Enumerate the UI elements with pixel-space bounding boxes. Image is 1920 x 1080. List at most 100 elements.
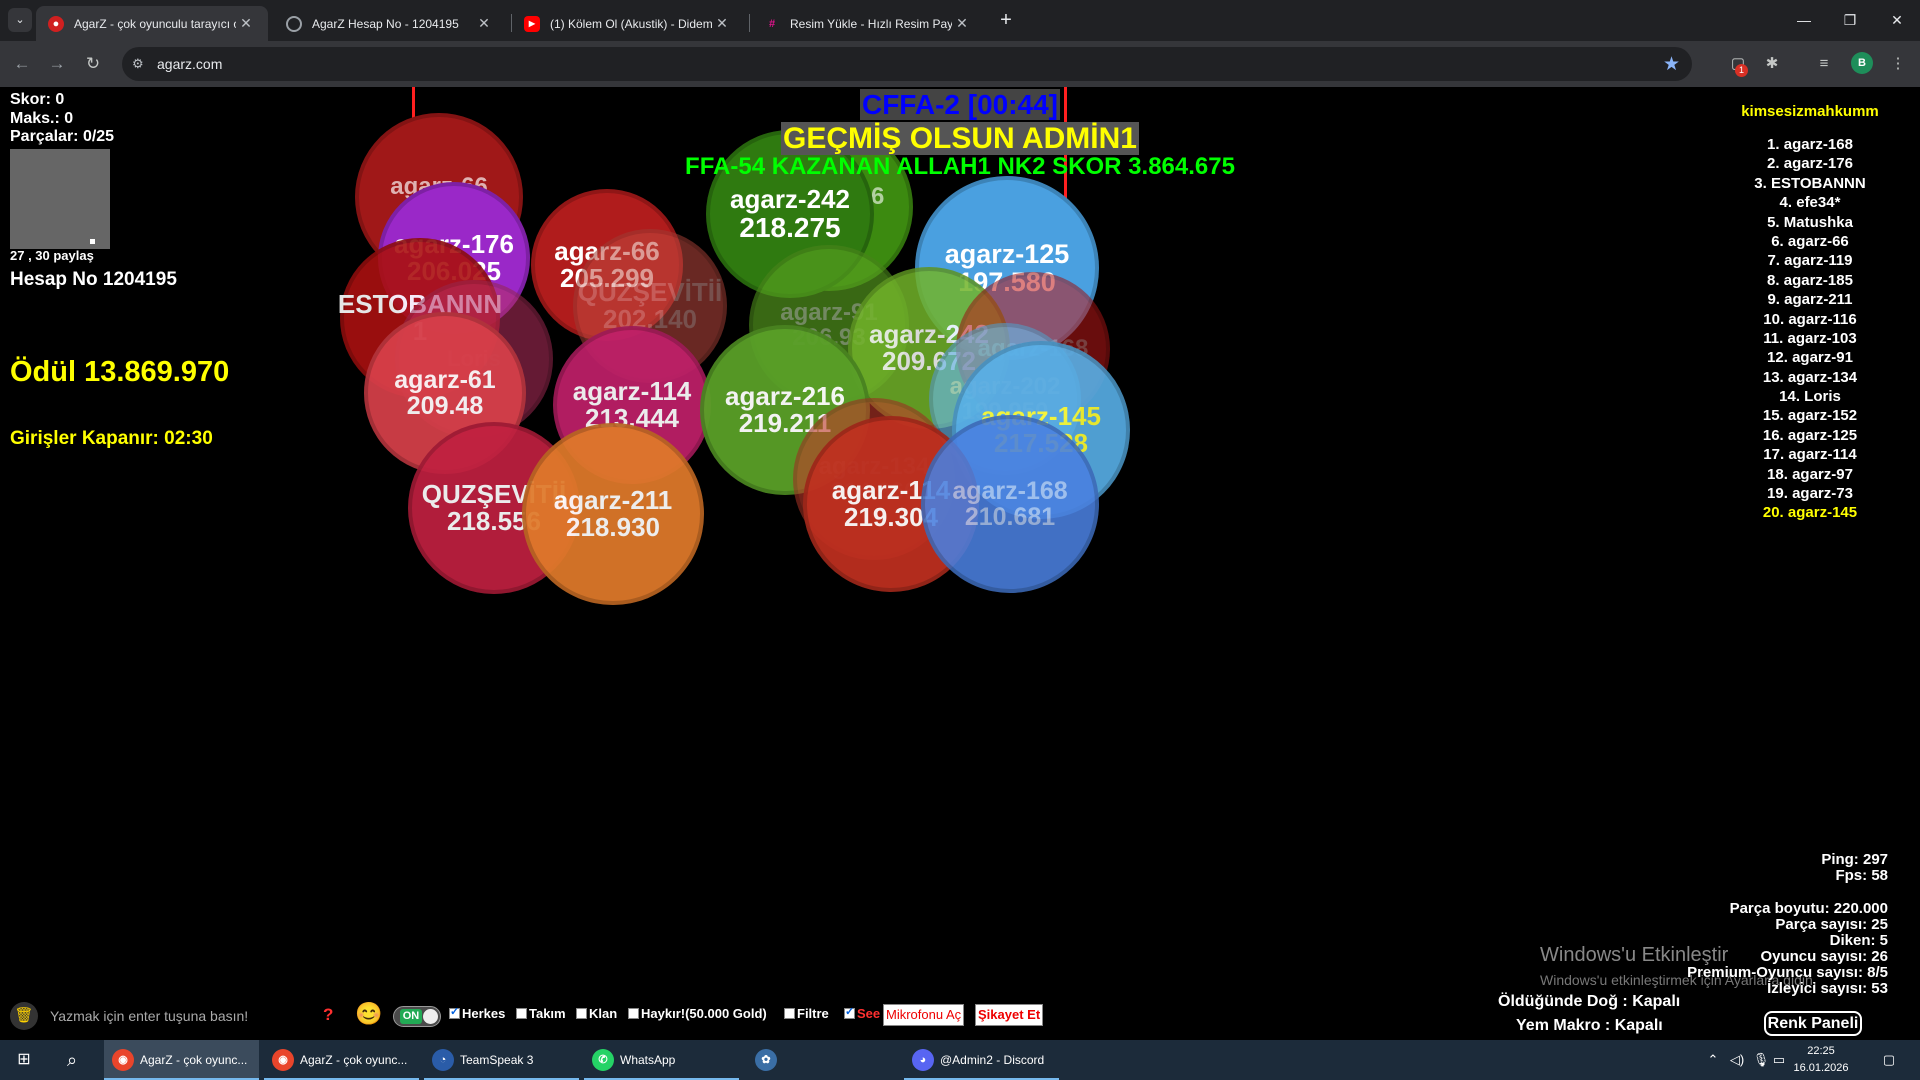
new-tab-icon[interactable]: + (993, 8, 1019, 34)
taskbar-app-agarz-2[interactable]: ◉ AgarZ - çok oyunc... (264, 1040, 419, 1080)
help-icon[interactable]: ? (323, 1005, 333, 1025)
window-close-icon[interactable]: ✕ (1874, 0, 1920, 40)
taskbar-app-settings[interactable]: ✿ (744, 1040, 788, 1080)
extensions-icon[interactable]: ✱ (1760, 52, 1784, 76)
network-icon[interactable]: ▭ (1772, 1040, 1786, 1080)
chat-toggle[interactable]: ON (393, 1006, 441, 1027)
microphone-button[interactable]: Mikrofonu Aç (883, 1004, 965, 1026)
tab-youtube[interactable]: ▶ (1) Kölem Ol (Akustik) - Didem ✕ (512, 6, 744, 41)
game-canvas[interactable]: agarz-66175.812agarz-216186.776agarz-242… (0, 87, 1920, 1040)
leaderboard-entry: 19. agarz-73 (1767, 485, 1853, 503)
emoji-icon[interactable]: 😊 (355, 1001, 382, 1027)
ping-stat: Ping: 297 (1821, 851, 1888, 868)
checkbox-box[interactable] (628, 1008, 639, 1019)
volume-icon[interactable]: ◁) (1726, 1040, 1748, 1080)
player-cell-name: agarz-61 (394, 365, 496, 394)
close-icon[interactable]: ✕ (952, 15, 972, 32)
minimize-icon[interactable]: — (1781, 0, 1827, 40)
player-cell-score: 210.681 (964, 503, 1056, 531)
checkbox-box[interactable] (449, 1005, 460, 1019)
screen: ⌄ ● AgarZ - çok oyunculu tarayıcı oyunu … (0, 0, 1920, 1080)
taskbar-app-discord[interactable]: ◕ @Admin2 - Discord (904, 1040, 1059, 1080)
microphone-icon[interactable]: 🎙 (1750, 1040, 1772, 1080)
chat-input[interactable] (50, 1002, 300, 1030)
close-icon[interactable]: ✕ (712, 15, 732, 32)
leaderboard-entry: 6. agarz-66 (1771, 232, 1849, 250)
tab-agarz-account[interactable]: AgarZ Hesap No - 1204195 ✕ (274, 6, 506, 41)
trash-icon[interactable]: 🗑 (10, 1002, 38, 1030)
back-icon[interactable]: ← (9, 51, 35, 77)
leaderboard-entry: 16. agarz-125 (1762, 426, 1858, 444)
leaderboard-entry: 12. agarz-91 (1767, 349, 1853, 367)
checkbox-takim[interactable]: Takım (516, 1006, 566, 1021)
tray-chevron-icon[interactable]: ⌃ (1702, 1040, 1724, 1080)
taskbar-app-label: TeamSpeak 3 (460, 1053, 534, 1067)
bookmark-star-icon[interactable]: ★ (1663, 53, 1680, 76)
close-icon[interactable]: ✕ (474, 15, 494, 32)
media-control-icon[interactable]: ≡ (1812, 52, 1836, 76)
checkbox-box[interactable] (844, 1005, 855, 1019)
close-icon[interactable]: ✕ (236, 15, 256, 32)
tab-resim-yukle[interactable]: # Resim Yükle - Hızlı Resim Paylaşım ✕ (752, 6, 984, 41)
player-cell: agarz-211 218.930 (522, 423, 704, 605)
site-info-icon[interactable]: ⚙ (132, 56, 144, 72)
tab-separator (749, 14, 750, 32)
restore-icon[interactable]: ❐ (1827, 0, 1873, 40)
tab-search-chevron-icon[interactable]: ⌄ (8, 8, 32, 32)
piece-count-stat: Parça sayısı: 25 (1775, 916, 1888, 933)
checkbox-label: Herkes (462, 1006, 506, 1021)
checkbox-label: See (857, 1006, 881, 1021)
checkbox-see[interactable]: See (844, 1005, 881, 1021)
taskbar-app-agarz-1[interactable]: ◉ AgarZ - çok oyunc... (104, 1040, 259, 1080)
checkbox-herkes[interactable]: Herkes (449, 1005, 506, 1021)
checkbox-filtre[interactable]: Filtre (784, 1006, 829, 1021)
url-text: agarz.com (157, 56, 223, 72)
resim-yukle-icon: # (768, 17, 776, 30)
windows-start-icon[interactable]: ⊞ (0, 1040, 48, 1080)
notifications-icon[interactable]: ▢ (1872, 1040, 1906, 1080)
taskbar-app-teamspeak[interactable]: ◔ TeamSpeak 3 (424, 1040, 579, 1080)
checkbox-box[interactable] (784, 1008, 795, 1019)
checkbox-label: Filtre (797, 1006, 829, 1021)
report-button[interactable]: Şikayet Et (975, 1004, 1044, 1026)
checkbox-box[interactable] (516, 1008, 527, 1019)
reload-icon[interactable]: ↻ (80, 51, 106, 77)
globe-icon (286, 15, 302, 32)
player-cell-name: agarz-114 (572, 375, 692, 406)
browser-tab-strip: ⌄ ● AgarZ - çok oyunculu tarayıcı oyunu … (0, 0, 1920, 41)
system-clock[interactable]: 22:25 16.01.2026 (1786, 1043, 1856, 1077)
chrome-icon: ◉ (112, 1049, 134, 1071)
tab-title: AgarZ - çok oyunculu tarayıcı oyunu (74, 16, 236, 31)
player-cell-score: 209.48 (406, 392, 484, 420)
toggle-knob (423, 1009, 438, 1024)
taskbar-app-whatsapp[interactable]: ✆ WhatsApp (584, 1040, 739, 1080)
piece-size-stat: Parça boyutu: 220.000 (1729, 900, 1888, 917)
taskbar-app-label: AgarZ - çok oyunc... (300, 1053, 408, 1067)
leaderboard-entry: 11. agarz-103 (1763, 329, 1857, 347)
checkbox-klan[interactable]: Klan (576, 1006, 617, 1021)
chrome-menu-icon[interactable]: ⋮ (1886, 52, 1910, 76)
message-banner: GEÇMİŞ OLSUN ADMİN1 (0, 122, 1920, 156)
share-count[interactable]: 27 , 30 paylaş (10, 248, 94, 263)
checkbox-label: Takım (529, 1006, 566, 1021)
address-bar[interactable]: ⚙ agarz.com ★ (122, 47, 1692, 81)
checkbox-box[interactable] (576, 1008, 587, 1019)
respawn-on-death-status: Öldüğünde Doğ : Kapalı (1498, 993, 1681, 1010)
agarz-favicon-icon: ● (48, 15, 64, 32)
leaderboard-entry: 4. efe34* (1779, 194, 1841, 212)
leaderboard-entry: 5. Matushka (1767, 213, 1853, 231)
color-panel-button[interactable]: Renk Paneli (1764, 1011, 1862, 1036)
profile-avatar[interactable]: B (1851, 52, 1873, 74)
clock-date: 16.01.2026 (1793, 1062, 1849, 1074)
feed-macro-status: Yem Makro : Kapalı (1516, 1017, 1663, 1034)
leaderboard-entry: 2. agarz-176 (1767, 155, 1853, 173)
clock-time: 22:25 (1807, 1045, 1835, 1057)
leaderboard-entry: 3. ESTOBANNN (1754, 174, 1866, 192)
search-icon[interactable]: ⌕ (48, 1040, 96, 1080)
tab-agarz-game[interactable]: ● AgarZ - çok oyunculu tarayıcı oyunu ✕ (36, 6, 268, 41)
forward-icon[interactable]: → (44, 51, 70, 77)
account-number: Hesap No 1204195 (10, 269, 177, 290)
entries-close-timer: Girişler Kapanır: 02:30 (10, 428, 213, 449)
tab-title: (1) Kölem Ol (Akustik) - Didem (550, 16, 712, 31)
checkbox-haykir[interactable]: Haykır!(50.000 Gold) (628, 1006, 767, 1021)
